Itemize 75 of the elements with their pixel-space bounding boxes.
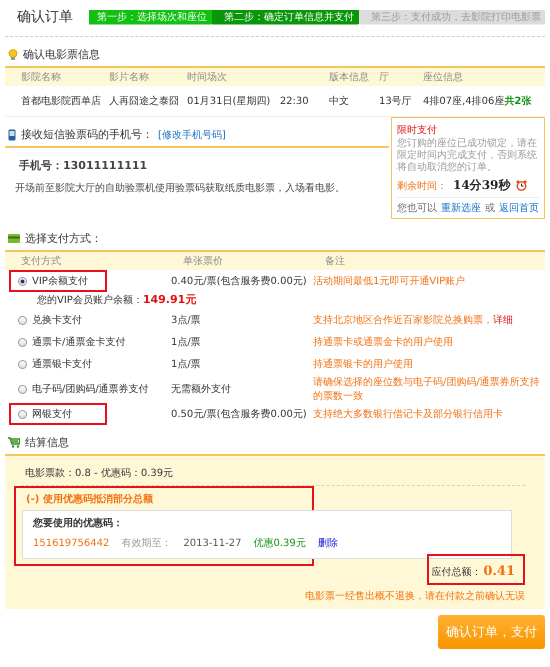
- table-cell-text: 01月31日(星期四) 22:30: [187, 94, 310, 108]
- remark-text: 请确保选择的座位数与电子码/团购码/通票券所支持的票数一致: [313, 376, 541, 403]
- reselect-link[interactable]: 重新选座: [441, 201, 481, 215]
- coupon-label: 您要使用的优惠码：: [33, 516, 124, 530]
- section-title: 接收短信验票码的手机号：: [21, 127, 153, 142]
- section-title: 确认电影票信息: [23, 47, 100, 62]
- radio-button[interactable]: [18, 316, 27, 324]
- remark-text: 持通票银卡的用户使用: [313, 358, 413, 371]
- section-title: 选择支付方式：: [25, 231, 102, 246]
- timer-message: 您订购的座位已成功锁定，请在限定时间内完成支付，否则系统将自动取消您的订单。: [397, 138, 538, 174]
- price-text: 1点/票: [171, 336, 202, 349]
- fare-summary: 电影票款：0.8 - 优惠码：0.39元: [21, 464, 525, 486]
- coupon-toggle[interactable]: (-) 使用优惠码抵消部分总额: [22, 491, 306, 510]
- radio-button[interactable]: [18, 338, 27, 346]
- payment-method-label: VIP余额支付: [32, 274, 88, 288]
- table-cell-text: 中文: [329, 94, 350, 108]
- remark-text: 支持北京地区合作近百家影院兑换购票，: [313, 314, 493, 327]
- coupon-code: 151619756442: [33, 538, 110, 548]
- remaining-label: 剩余时间：: [397, 180, 447, 192]
- section-title: 结算信息: [25, 435, 69, 450]
- cart-icon: [8, 437, 20, 448]
- edit-phone-link[interactable]: [修改手机号码]: [158, 128, 226, 142]
- payment-method-label: 网银支付: [32, 408, 72, 421]
- radio-button[interactable]: [18, 384, 27, 394]
- payment-method-label: 兑换卡支付: [32, 314, 82, 327]
- alt-text: 或: [485, 202, 495, 215]
- alarm-clock-icon: [516, 180, 528, 191]
- discount-text: 优惠0.39元: [253, 536, 306, 550]
- table-cell-text: 首都电影院西单店: [21, 94, 102, 108]
- price-text: 0.50元/票(包含服务费0.00元): [171, 408, 308, 421]
- remark-text: 支持绝大多数银行借记卡及部分银行信用卡: [313, 408, 503, 421]
- column-header: 单张票价: [183, 254, 224, 268]
- expiry-label: 有效期至：: [121, 536, 172, 550]
- column-header: 时间场次: [187, 70, 228, 84]
- column-header: 座位信息: [423, 70, 464, 84]
- price-text: 无需额外支付: [171, 382, 232, 396]
- delete-link[interactable]: 删除: [318, 536, 338, 550]
- home-link[interactable]: 返回首页: [499, 201, 539, 215]
- radio-button[interactable]: [18, 410, 27, 418]
- column-header: 厅: [379, 71, 390, 84]
- remark-text: 持通票卡或通票金卡的用户使用: [313, 336, 453, 349]
- balance-value: 149.91元: [142, 292, 196, 307]
- balance-label: 您的VIP会员账户余额：: [37, 294, 143, 306]
- price-text: 3点/票: [171, 314, 202, 327]
- column-header: 支付方式: [21, 254, 62, 268]
- expiry-date: 2013-11-27: [183, 538, 242, 548]
- total-amount: 0.41: [483, 564, 515, 579]
- total-label: 应付总额：: [431, 566, 482, 578]
- timer-title: 限时支付: [397, 124, 438, 137]
- countdown: 14分39秒: [453, 177, 510, 194]
- payment-method-label: 电子码/团购码/通票券支付: [32, 382, 149, 396]
- radio-button[interactable]: [18, 360, 27, 368]
- lightbulb-icon: [8, 48, 18, 60]
- details-link[interactable]: 详细: [493, 313, 513, 327]
- progress-step: 第三步：支付成功，去影院打印电影票: [359, 10, 545, 24]
- column-header: 备注: [325, 254, 346, 268]
- column-header: 版本信息: [329, 70, 370, 84]
- table-cell-text: 人再囧途之泰囧: [109, 94, 180, 108]
- price-text: 0.40元/票(包含服务费0.00元): [171, 274, 308, 288]
- payment-method-label: 通票卡/通票金卡支付: [32, 336, 126, 349]
- phone-icon: [8, 128, 16, 140]
- radio-button[interactable]: [18, 276, 27, 286]
- table-cell-text: 13号厅: [379, 95, 413, 108]
- page-title: 确认订单: [16, 8, 74, 26]
- column-header: 影院名称: [21, 70, 62, 84]
- column-header: 影片名称: [109, 70, 150, 84]
- card-icon: [8, 234, 20, 243]
- table-cell-text: 4排07座,4排06座共2张: [423, 94, 532, 108]
- remark-text: 活动期间最低1元即可开通VIP账户: [313, 274, 466, 288]
- phone-number: 手机号：13011111111: [18, 158, 148, 174]
- pickup-note: 开场前至影院大厅的自助验票机使用验票码获取纸质电影票，入场看电影。: [14, 182, 346, 195]
- alt-text: 您也可以: [397, 202, 437, 215]
- price-text: 1点/票: [171, 358, 202, 371]
- refund-warning: 电影票一经售出概不退换，请在付款之前确认无误: [304, 590, 525, 603]
- payment-method-label: 通票银卡支付: [32, 358, 92, 371]
